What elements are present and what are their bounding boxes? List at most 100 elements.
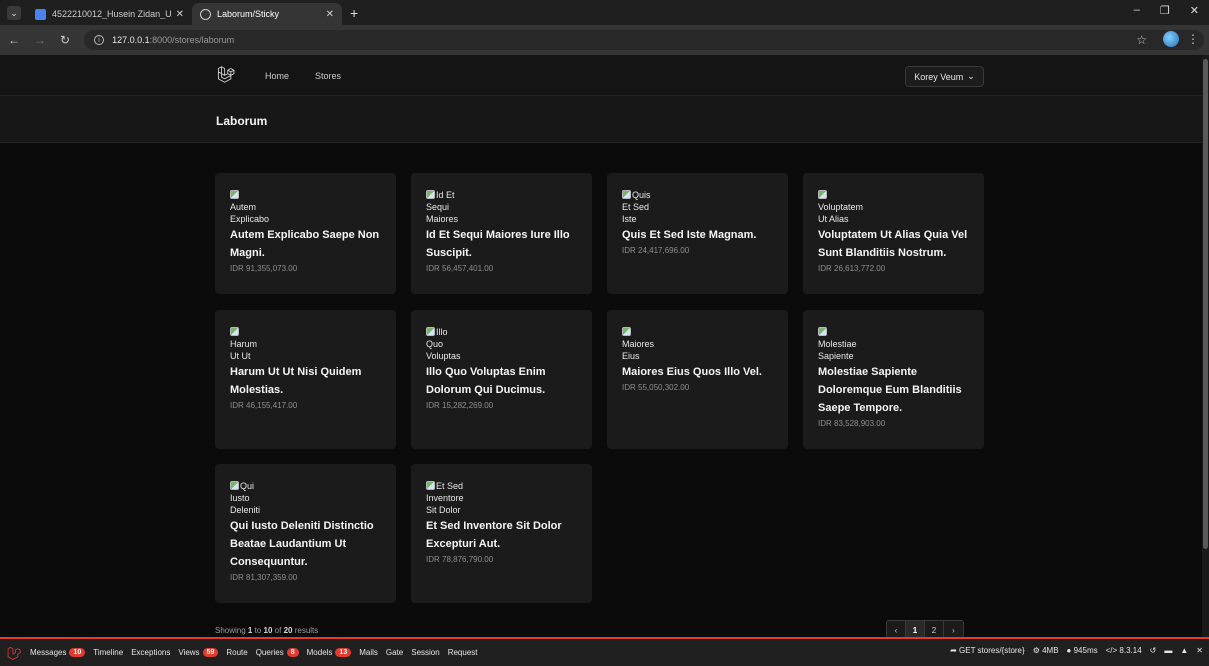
product-name[interactable]: Autem Explicabo Saepe Non Magni. [230, 226, 381, 262]
product-card[interactable]: Id Et Sequi Maiores Id Et Sequi Maiores Iur… [411, 173, 592, 294]
next-page-button[interactable]: › [944, 621, 963, 637]
product-name[interactable]: Et Sed Inventore Sit Dolor Excepturi Aut… [426, 517, 577, 553]
product-price: IDR 83,528,903.00 [818, 419, 886, 428]
debugbar-tab-messages[interactable]: Messages 10 [30, 648, 86, 657]
route-stat[interactable]: ➦ GET stores/{store} [950, 646, 1025, 655]
memory-stat[interactable]: ⚙ 4MB [1033, 646, 1059, 655]
product-name[interactable]: Molestiae Sapiente Doloremque Eum Blandi… [818, 363, 969, 417]
product-card[interactable]: Illo Quo Voluptas Illo Quo Voluptas Enim Do… [411, 310, 592, 449]
close-icon[interactable]: ✕ [176, 9, 184, 20]
product-image[interactable]: Illo Quo Voluptas [426, 326, 577, 362]
forward-icon[interactable]: → [34, 33, 46, 47]
product-price: IDR 56,457,401.00 [426, 264, 494, 273]
debugbar-tab-timeline[interactable]: Timeline [93, 648, 123, 657]
product-name[interactable]: Quis Et Sed Iste Magnam. [622, 226, 773, 244]
reload-icon[interactable]: ↻ [60, 33, 70, 47]
prev-page-button[interactable]: ‹ [887, 621, 906, 637]
product-name[interactable]: Voluptatem Ut Alias Quia Vel Sunt Blandi… [818, 226, 969, 262]
bookmark-star-icon[interactable]: ☆ [1136, 33, 1147, 47]
profile-avatar[interactable] [1163, 31, 1179, 47]
product-price: IDR 24,417,696.00 [622, 246, 690, 255]
pagination-summary: Showing 1 to 10 of 20 results [215, 626, 318, 635]
debugbar-tab-label: Request [447, 648, 478, 657]
product-card[interactable]: Autem Explicabo Autem Explicabo Saepe Non … [215, 173, 396, 294]
close-icon[interactable]: ✕ [326, 9, 334, 20]
product-name[interactable]: Maiores Eius Quos Illo Vel. [622, 363, 773, 381]
summary-text: results [294, 626, 319, 635]
count-badge: 8 [286, 648, 299, 657]
url-input[interactable]: i 127.0.0.1:8000/stores/laborum [84, 30, 1205, 50]
history-icon[interactable]: ↺ [1150, 646, 1157, 655]
browser-tab-1[interactable]: 4522210012_Husein Zidan_UAS ✕ [27, 3, 192, 25]
new-tab-button[interactable]: + [350, 5, 358, 21]
close-debugbar-icon[interactable]: ✕ [1196, 646, 1203, 655]
debugbar-tab-label: Route [226, 648, 248, 657]
image-alt-text: Ut Ut [230, 351, 251, 361]
tab-search-button[interactable]: ⌄ [7, 6, 21, 20]
debugbar-tab-gate[interactable]: Gate [386, 648, 403, 657]
nav-stores-link[interactable]: Stores [315, 71, 341, 81]
product-name[interactable]: Illo Quo Voluptas Enim Dolorum Qui Ducim… [426, 363, 577, 399]
count-badge: 59 [202, 648, 219, 657]
product-image[interactable]: Maiores Eius [622, 326, 773, 362]
scrollbar[interactable] [1202, 55, 1209, 637]
image-alt-text: Voluptas [426, 351, 461, 361]
nav-home-link[interactable]: Home [265, 71, 289, 81]
browser-tab-strip: ⌄ 4522210012_Husein Zidan_UAS ✕ Laborum/… [0, 0, 1209, 25]
summary-to: 10 [263, 626, 273, 635]
product-image[interactable]: Autem Explicabo [230, 189, 381, 225]
debugbar-tab-exceptions[interactable]: Exceptions [131, 648, 170, 657]
time-text: 945ms [1073, 646, 1098, 655]
product-card[interactable]: Quis Et Sed Iste Quis Et Sed Iste Magnam. ID… [607, 173, 788, 294]
close-window-icon[interactable]: ✕ [1190, 4, 1199, 17]
product-name[interactable]: Qui Iusto Deleniti Distinctio Beatae Lau… [230, 517, 381, 571]
more-menu-icon[interactable]: ⋮ [1187, 32, 1199, 46]
product-card[interactable]: Voluptatem Ut Alias Voluptatem Ut Alias Qu… [803, 173, 984, 294]
summary-from: 1 [247, 626, 253, 635]
product-image[interactable]: Molestiae Sapiente [818, 326, 969, 362]
debugbar-tab-session[interactable]: Session [411, 648, 439, 657]
page-1-button[interactable]: 1 [906, 621, 925, 637]
browser-tab-2[interactable]: Laborum/Sticky ✕ [192, 3, 342, 25]
maximize-icon[interactable]: ▲ [1180, 646, 1188, 655]
debugbar-tab-mails[interactable]: Mails [359, 648, 378, 657]
product-image[interactable]: Qui Iusto Deleniti [230, 480, 381, 516]
product-image[interactable]: Harum Ut Ut [230, 326, 381, 362]
product-price: IDR 46,155,417.00 [230, 401, 298, 410]
user-menu-button[interactable]: Korey Veum ⌄ [905, 66, 984, 87]
scrollbar-thumb[interactable] [1203, 59, 1208, 549]
debugbar-tab-models[interactable]: Models 13 [307, 648, 352, 657]
time-stat[interactable]: ● 945ms [1067, 646, 1098, 655]
folder-icon[interactable]: ▬ [1164, 646, 1172, 655]
image-alt-text: Maiores [426, 214, 459, 224]
image-alt-text: Et Sed [436, 481, 464, 491]
product-name[interactable]: Id Et Sequi Maiores Iure Illo Suscipit. [426, 226, 577, 262]
debugbar-tab-label: Gate [385, 648, 404, 657]
product-image[interactable]: Id Et Sequi Maiores [426, 189, 577, 225]
laravel-logo-icon[interactable] [6, 646, 22, 660]
site-info-icon[interactable]: i [94, 35, 105, 45]
restore-icon[interactable]: ❐ [1160, 4, 1170, 17]
minimize-icon[interactable]: – [1134, 4, 1140, 17]
image-alt-text: Autem [230, 202, 257, 212]
product-card[interactable]: Molestiae Sapiente Molestiae Sapiente Dolo… [803, 310, 984, 449]
product-image[interactable]: Voluptatem Ut Alias [818, 189, 969, 225]
product-card[interactable]: Maiores Eius Maiores Eius Quos Illo Vel. ID… [607, 310, 788, 449]
debugbar-tab-views[interactable]: Views 59 [178, 648, 219, 657]
broken-image-icon [230, 327, 239, 336]
debugbar-tab-request[interactable]: Request [448, 648, 478, 657]
product-card[interactable]: Et Sed Inventore Sit Dolor Et Sed Inventore… [411, 464, 592, 603]
image-alt-text: Sequi [426, 202, 450, 212]
debugbar-tab-queries[interactable]: Queries 8 [256, 648, 299, 657]
debugbar-tab-route[interactable]: Route [226, 648, 247, 657]
product-name[interactable]: Harum Ut Ut Nisi Quidem Molestias. [230, 363, 381, 399]
product-card[interactable]: Harum Ut Ut Harum Ut Ut Nisi Quidem Molest… [215, 310, 396, 449]
product-image[interactable]: Et Sed Inventore Sit Dolor [426, 480, 577, 516]
back-icon[interactable]: ← [8, 33, 20, 47]
product-image[interactable]: Quis Et Sed Iste [622, 189, 773, 225]
page-2-button[interactable]: 2 [925, 621, 944, 637]
php-stat[interactable]: </> 8.3.14 [1106, 646, 1142, 655]
debugbar-tab-label: Session [411, 648, 440, 657]
laravel-logo-icon[interactable] [216, 65, 236, 83]
product-card[interactable]: Qui Iusto Deleniti Qui Iusto Deleniti Disti… [215, 464, 396, 603]
